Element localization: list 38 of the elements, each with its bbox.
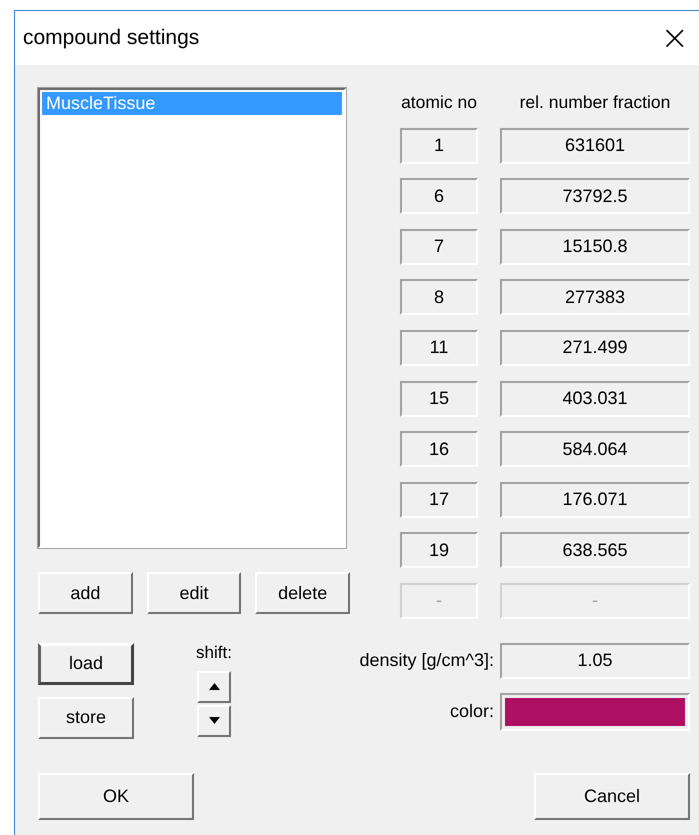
column-header: atomic no <box>400 92 478 112</box>
list-button[interactable]: add <box>38 572 133 614</box>
file-button[interactable]: store <box>38 696 134 739</box>
fraction-field[interactable]: 631601 <box>500 128 690 164</box>
fraction-field[interactable]: 271.499 <box>500 330 690 366</box>
atomic-number-field[interactable]: 16 <box>400 431 478 468</box>
window-title: compound settings <box>23 26 200 50</box>
atomic-number-field[interactable]: 7 <box>400 228 478 265</box>
column-header: rel. number fraction <box>518 92 672 112</box>
list-button[interactable]: delete <box>255 572 350 614</box>
fraction-field[interactable]: 73792.5 <box>500 178 690 214</box>
shift-label: shift: <box>196 642 232 663</box>
fraction-field[interactable]: 638.565 <box>500 532 690 568</box>
atomic-number-field[interactable]: 8 <box>400 279 478 316</box>
atomic-number-field[interactable]: 19 <box>400 532 478 568</box>
dialog-button[interactable]: Cancel <box>534 772 690 820</box>
dialog-button[interactable]: OK <box>38 772 194 820</box>
down-triangle-icon <box>208 717 220 724</box>
fraction-field[interactable]: 176.071 <box>500 482 690 518</box>
density-label: density [g/cm^3]: <box>360 650 494 672</box>
fraction-field[interactable]: 277383 <box>500 279 690 316</box>
up-arrow-button[interactable] <box>197 670 231 703</box>
atomic-number-field[interactable]: 11 <box>400 330 478 366</box>
color-label: color: <box>450 701 494 722</box>
close-button[interactable]: × <box>650 21 699 55</box>
fraction-field[interactable]: 584.064 <box>500 431 690 468</box>
fraction-field[interactable]: 403.031 <box>500 380 690 417</box>
atomic-number-field[interactable]: 15 <box>400 380 478 417</box>
density-field[interactable]: 1.05 <box>500 642 690 679</box>
color-swatch[interactable] <box>500 692 690 731</box>
atomic-number-field[interactable]: 17 <box>400 482 478 518</box>
up-triangle-icon <box>208 683 220 690</box>
file-button[interactable]: load <box>38 642 134 685</box>
list-button[interactable]: edit <box>146 572 242 614</box>
atomic-number-field[interactable]: 1 <box>400 128 478 164</box>
fraction-field[interactable]: 15150.8 <box>500 228 690 265</box>
atomic-number-field[interactable]: 6 <box>400 178 478 214</box>
down-arrow-button[interactable] <box>197 704 231 737</box>
